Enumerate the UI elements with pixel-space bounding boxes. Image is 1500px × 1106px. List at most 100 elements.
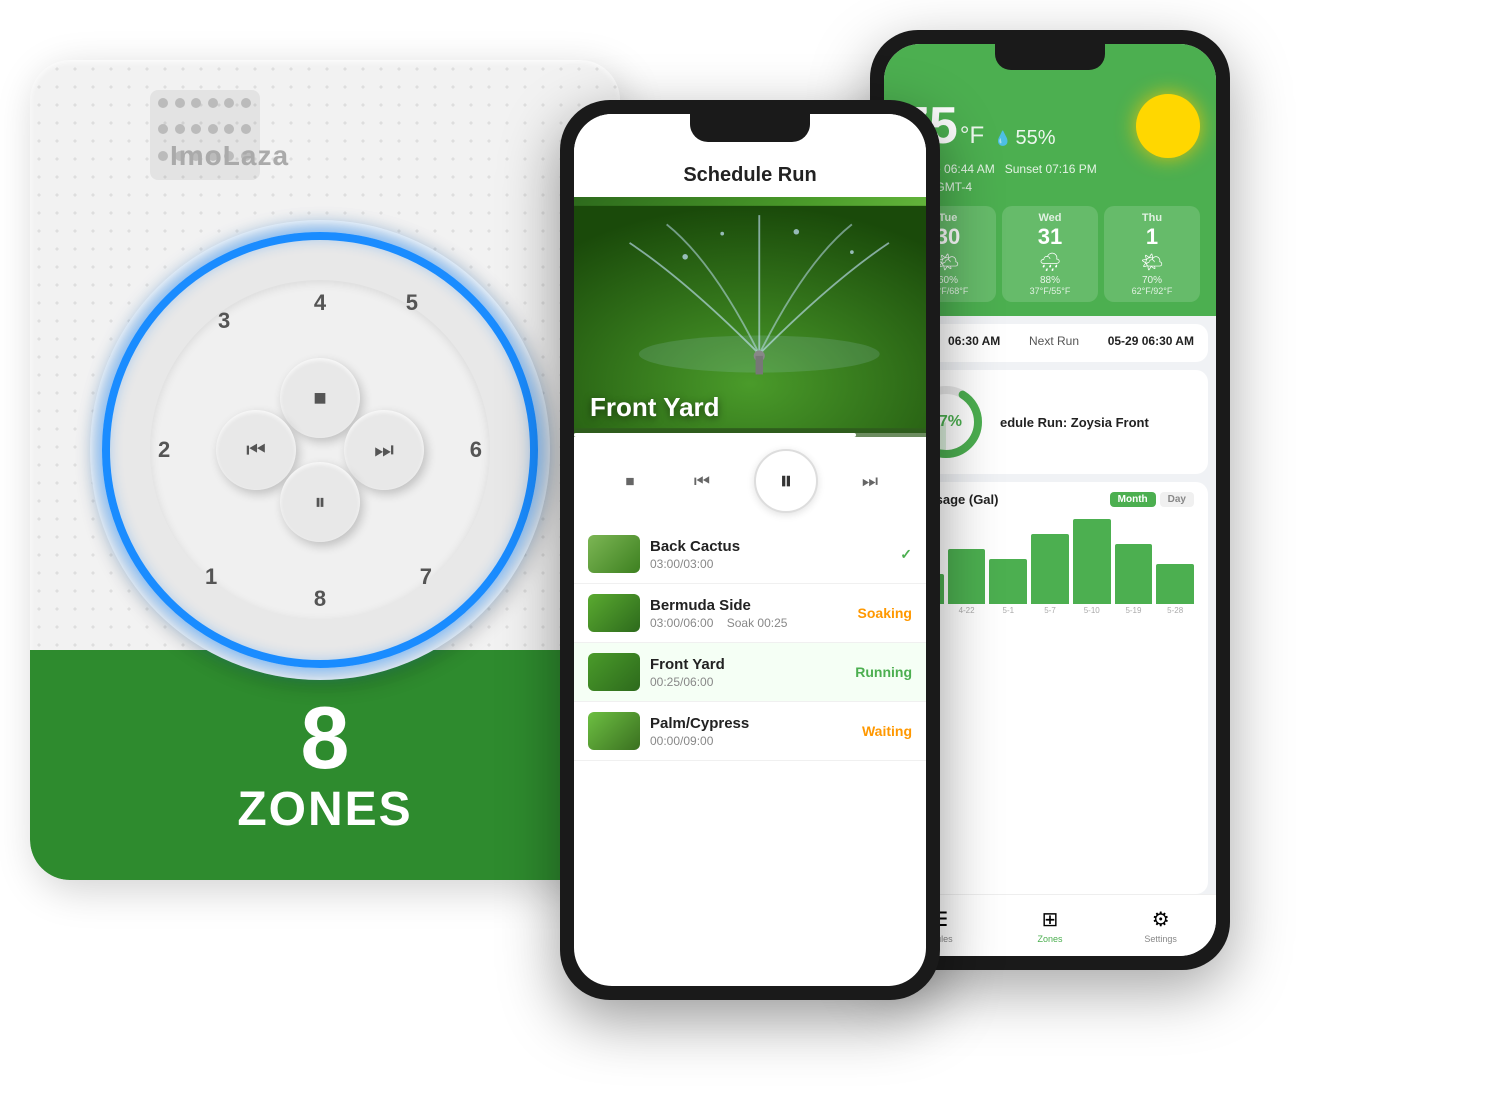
dial-container: 4 5 6 7 8 1 2 3 ■ ⏮ [90, 220, 550, 680]
zone-4: 4 [314, 290, 326, 316]
playback-controls: ⏹ ⏮ ⏸ ⏭ [574, 437, 926, 525]
temp-unit: °F [960, 122, 984, 150]
device-bottom-band: 8 ZONES [30, 650, 620, 880]
bar-col-6: 5-28 [1156, 564, 1194, 615]
toggle-day[interactable]: Day [1160, 492, 1194, 507]
zone-item-bermuda-side[interactable]: Bermuda Side 03:00/06:00 Soak 00:25 Soak… [574, 584, 926, 643]
zone-5: 5 [406, 290, 418, 316]
zones-label: ZONES [237, 782, 412, 837]
bar-2 [989, 559, 1027, 604]
day-icon-wed: 🌧 [1006, 252, 1094, 273]
stop-button[interactable]: ■ [280, 358, 360, 438]
next-button[interactable]: ⏭ [344, 410, 424, 490]
zone-list: Back Cactus 03:00/03:00 ✓ Bermuda Side [574, 525, 926, 986]
pb-stop-button[interactable]: ⏹ [610, 461, 650, 501]
phone-front-frame: Schedule Run [560, 100, 940, 1000]
pb-next-button[interactable]: ⏭ [850, 461, 890, 501]
weather-location: ne Rd GMT-4 [900, 180, 1200, 194]
zone-thumb-bermuda-side [588, 594, 640, 632]
nav-item-settings[interactable]: ⚙ Settings [1105, 903, 1216, 948]
bar-col-4: 5-10 [1073, 519, 1111, 615]
next-run-label: Next Run [1029, 334, 1079, 348]
next-run-time: 05-29 06:30 AM [1108, 334, 1194, 348]
zone-item-front-yard[interactable]: Front Yard 00:25/06:00 Running [574, 643, 926, 702]
last-run-time: 06:30 AM [948, 334, 1000, 348]
zone-time-palm-cypress: 00:00/09:00 [650, 734, 852, 748]
zone-item-back-cactus[interactable]: Back Cactus 03:00/03:00 ✓ [574, 525, 926, 584]
chart-header: ter Usage (Gal) Month Day [906, 492, 1194, 507]
prev-icon: ⏮ [246, 437, 266, 463]
weather-days: Tue 30 🌤 60% 63°F/68°F Wed 31 🌧 88% 37°F… [900, 206, 1200, 302]
zone-status-palm-cypress: Waiting [862, 723, 912, 739]
zones-icon: ⊞ [1042, 907, 1059, 932]
zone-thumb-front-yard [588, 653, 640, 691]
playpause-button[interactable]: ⏸ [280, 462, 360, 542]
zone-8: 8 [314, 586, 326, 612]
zone-time-front-yard: 00:25/06:00 [650, 675, 845, 689]
progress-fill [574, 433, 856, 437]
zone-name-palm-cypress: Palm/Cypress [650, 715, 852, 732]
phone-front-notch [690, 114, 810, 142]
last-run-row: un 06:30 AM Next Run 05-29 06:30 AM [906, 334, 1194, 348]
zone-2: 2 [158, 437, 170, 463]
zone-info-bermuda-side: Bermuda Side 03:00/06:00 Soak 00:25 [650, 597, 848, 630]
bar-col-1: 4-22 [948, 549, 986, 615]
settings-icon: ⚙ [1152, 907, 1170, 932]
weather-day-wed: Wed 31 🌧 88% 37°F/55°F [1002, 206, 1098, 302]
zones-label: Zones [1038, 934, 1063, 944]
prev-button[interactable]: ⏮ [216, 410, 296, 490]
pb-pause-button[interactable]: ⏸ [754, 449, 818, 513]
day-icon-thu: 🌤 [1108, 252, 1196, 273]
zone-info-palm-cypress: Palm/Cypress 00:00/09:00 [650, 715, 852, 748]
gauge-title: edule Run: Zoysia Front [1000, 415, 1194, 430]
sun-icon [1136, 94, 1200, 158]
zone-3: 3 [218, 308, 230, 334]
zones-number: 8 [301, 694, 350, 782]
phone-front-screen: Schedule Run [574, 114, 926, 986]
zone-1: 1 [205, 564, 217, 590]
playpause-icon: ⏸ [314, 489, 325, 515]
bar-col-3: 5-7 [1031, 534, 1069, 615]
progress-bar [574, 433, 926, 437]
zone-status-front-yard: Running [855, 664, 912, 680]
bar-4 [1073, 519, 1111, 604]
zone-info-back-cactus: Back Cactus 03:00/03:00 [650, 538, 890, 571]
weather-sunrise: Sunrise 06:44 AM Sunset 07:16 PM [900, 162, 1200, 176]
phone-front: Schedule Run [560, 100, 940, 1000]
phone-back-notch [995, 44, 1105, 70]
device-body: ImoLaza 4 5 6 7 8 1 2 3 [30, 60, 620, 880]
zone-status-bermuda-side: Soaking [858, 605, 912, 621]
humidity: 💧 55% [994, 127, 1055, 150]
bar-chart: 4-10 4-22 5-1 5-7 [906, 515, 1194, 615]
device-box: ImoLaza 4 5 6 7 8 1 2 3 [30, 60, 650, 960]
phone-front-home-bar [690, 986, 810, 992]
brand-label: ImoLaza [170, 140, 289, 172]
bar-1 [948, 549, 986, 604]
zone-6: 6 [470, 437, 482, 463]
settings-label: Settings [1144, 934, 1177, 944]
dial-inner: 4 5 6 7 8 1 2 3 ■ ⏮ [150, 280, 490, 620]
scene: ImoLaza 4 5 6 7 8 1 2 3 [0, 0, 1500, 1106]
zone-item-palm-cypress[interactable]: Palm/Cypress 00:00/09:00 Waiting [574, 702, 926, 761]
gauge-info: edule Run: Zoysia Front [1000, 415, 1194, 430]
zone-status-back-cactus: ✓ [900, 546, 912, 563]
zone-time-back-cactus: 03:00/03:00 [650, 557, 890, 571]
weather-top-row: 75 °F 💧 55% [900, 94, 1200, 158]
zone-thumb-back-cactus [588, 535, 640, 573]
toggle-month[interactable]: Month [1110, 492, 1156, 507]
nav-item-zones[interactable]: ⊞ Zones [995, 903, 1106, 948]
zone-7-right: 7 [420, 564, 432, 590]
zone-name-front-yard: Front Yard [650, 656, 845, 673]
zone-name-bermuda-side: Bermuda Side [650, 597, 848, 614]
chart-toggle: Month Day [1110, 492, 1194, 507]
bar-5 [1115, 544, 1153, 604]
stop-icon: ■ [313, 385, 326, 411]
pb-prev-button[interactable]: ⏮ [682, 461, 722, 501]
bar-col-5: 5-19 [1115, 544, 1153, 615]
zone-name-back-cactus: Back Cactus [650, 538, 890, 555]
hero-zone-label: Front Yard [590, 392, 720, 423]
bar-col-2: 5-1 [989, 559, 1027, 615]
next-icon: ⏭ [374, 437, 394, 463]
dial-outer: 4 5 6 7 8 1 2 3 ■ ⏮ [90, 220, 550, 680]
zone-time-bermuda-side: 03:00/06:00 Soak 00:25 [650, 616, 848, 630]
